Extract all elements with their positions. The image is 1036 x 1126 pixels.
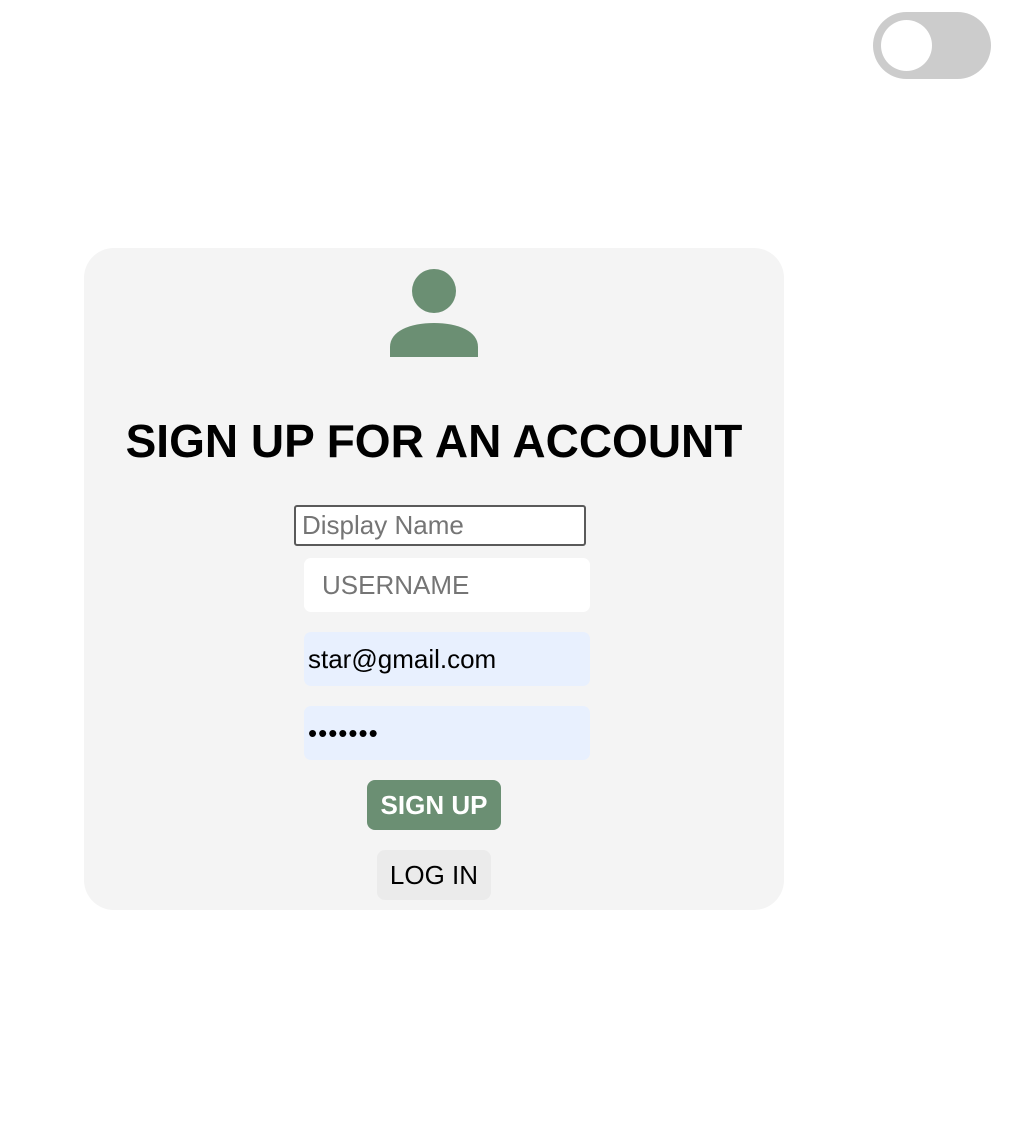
display-name-field[interactable] [294,505,586,546]
toggle-knob [881,20,932,71]
signup-card: SIGN UP FOR AN ACCOUNT SIGN UP LOG IN [84,248,784,910]
password-field[interactable] [304,706,590,760]
sign-up-button[interactable]: SIGN UP [367,780,501,830]
theme-toggle[interactable] [873,12,991,79]
username-field[interactable] [304,558,590,612]
page-title: SIGN UP FOR AN ACCOUNT [125,415,743,467]
email-field[interactable] [304,632,590,686]
user-icon [390,269,478,357]
log-in-button[interactable]: LOG IN [377,850,491,900]
